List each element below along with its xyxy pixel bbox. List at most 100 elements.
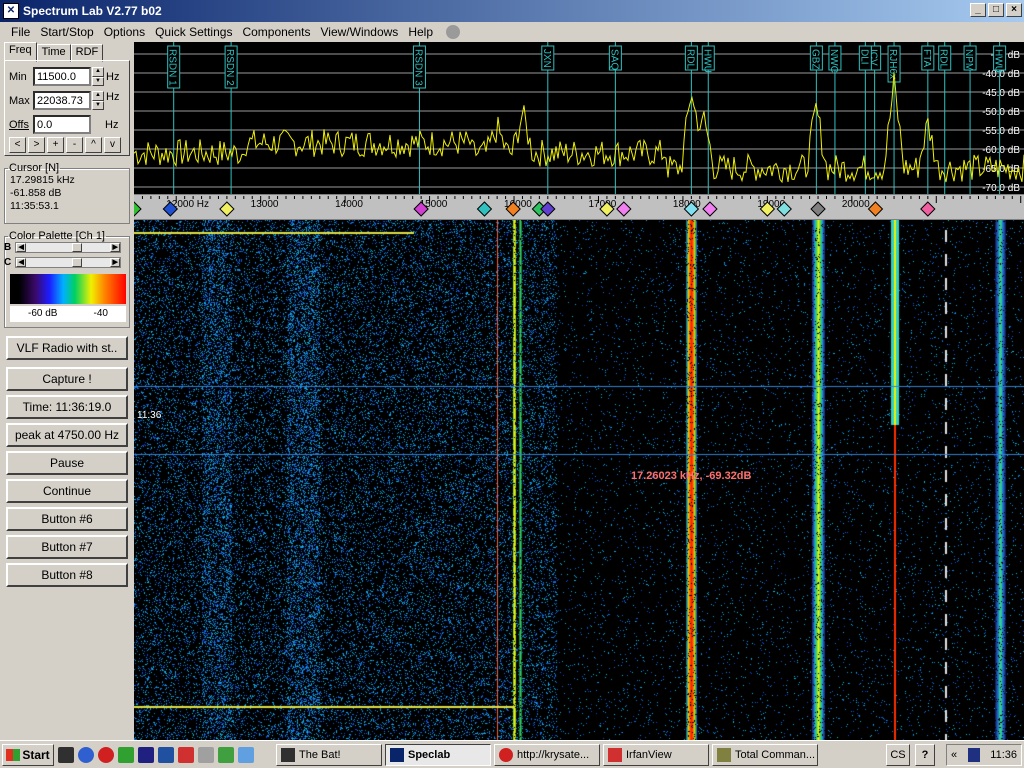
title-bar: ✕ Spectrum Lab V2.77 b02 _ □ × [0,0,1024,22]
minimize-button[interactable]: _ [970,3,986,17]
task-irfanview[interactable]: IrfanView [603,743,709,766]
task-total-commander[interactable]: Total Comman... [712,743,818,766]
quicklaunch-tools-icon[interactable] [218,746,234,763]
waterfall-cursor-readout: 17.26023 kHz, -69.32dB [631,470,752,482]
task-the-bat[interactable]: The Bat! [276,743,382,766]
tray-expand-icon[interactable]: « [951,749,957,761]
spectrum-trace [134,72,1024,184]
station-marker-label: RDL [684,49,695,69]
zoom-in-button[interactable]: + [47,137,64,153]
frequency-scale-plot: 12000 Hz 13000 14000 15000 16000 17000 18000 19… [126,196,1022,217]
max-freq-field[interactable] [33,91,91,110]
min-freq-spinner[interactable]: ▲ ▼ [92,67,104,86]
capture-button[interactable]: Capture ! [6,367,128,391]
station-marker: DLI [858,45,872,71]
scroll-right-button[interactable]: > [28,137,45,153]
close-button[interactable]: × [1006,3,1022,17]
spectrum-plot: -35 dB-40.0 dB-45.0 dB-50.0 dB-55.0 dB-6… [134,42,1024,194]
cursor-box-title: Cursor [N] [9,162,60,174]
bat-icon [281,747,295,762]
spectrum-lab-icon: ✕ [3,3,19,19]
menu-options[interactable]: Options [99,25,150,39]
max-unit: Hz [106,90,120,103]
station-marker-label: JXN [541,49,552,68]
maximize-button[interactable]: □ [988,3,1004,17]
offset-field[interactable] [33,115,91,134]
menu-file[interactable]: File [6,25,35,39]
tray-shield-icon[interactable] [967,748,980,762]
station-marker-label: RJH6x [887,49,898,79]
start-button[interactable]: Start [2,743,54,766]
shift-up-button[interactable]: ^ [85,137,102,153]
window-title: Spectrum Lab V2.77 b02 [23,4,162,18]
task-browser[interactable]: http://krysate... [494,743,600,766]
palette-low-label: -60 dB [28,308,58,319]
station-diamond [219,201,235,217]
min-freq-field[interactable] [33,67,91,86]
status-indicator-icon [446,25,460,39]
contrast-slider-thumb[interactable] [72,258,83,267]
station-diamond [476,201,493,217]
spectrum-graph[interactable]: -35 dB-40.0 dB-45.0 dB-50.0 dB-55.0 dB-6… [134,42,1024,194]
task-speclab[interactable]: Speclab [385,743,491,766]
zoom-out-button[interactable]: - [66,137,83,153]
menu-start-stop[interactable]: Start/Stop [35,25,98,39]
quicklaunch-save-icon[interactable] [138,746,154,763]
station-marker: SAQ [608,45,622,71]
waterfall-display[interactable]: 11:36 17.26023 kHz, -69.32dB [134,220,1024,740]
menu-view-windows[interactable]: View/Windows [316,25,404,39]
quicklaunch-shield-icon[interactable] [158,746,174,763]
quicklaunch-ie-icon[interactable] [238,746,254,763]
menu-bar: File Start/Stop Options Quick Settings C… [0,22,1024,42]
contrast-label: C [4,257,12,268]
station-marker: RSDN 1 [167,45,181,89]
peak-button[interactable]: peak at 4750.00 Hz [6,423,128,447]
time-button[interactable]: Time: 11:36:19.0 [6,395,128,419]
quicklaunch-firefox-icon[interactable] [78,746,94,763]
station-marker: NWC [828,45,842,73]
quicklaunch-opera-icon[interactable] [98,746,114,763]
scale-label: 20000 [842,199,870,210]
max-freq-spinner[interactable]: ▲ ▼ [92,91,104,110]
station-diamond [126,201,142,217]
pause-button[interactable]: Pause [6,451,128,475]
task-label: The Bat! [299,748,341,761]
station-diamond [920,201,936,217]
continue-button[interactable]: Continue [6,479,128,503]
station-marker: RSDN 3 [412,45,426,89]
tab-freq[interactable]: Freq [4,42,37,62]
brightness-slider[interactable]: ◀ ▶ [15,242,122,253]
quicklaunch-bat-icon[interactable] [58,746,74,763]
system-tray: « 11:36 [946,744,1022,766]
speclab-icon [390,747,404,762]
shift-down-button[interactable]: v [104,137,121,153]
station-diamond [810,201,826,217]
vlf-radio-button[interactable]: VLF Radio with st.. [6,336,128,360]
frequency-scale[interactable]: 12000 Hz 13000 14000 15000 16000 17000 18000 19… [126,194,1024,220]
quicklaunch-app-icon[interactable] [118,746,134,763]
scroll-left-button[interactable]: < [9,137,26,153]
opera-icon [499,747,513,762]
button-6[interactable]: Button #6 [6,507,128,531]
brightness-slider-thumb[interactable] [72,243,83,252]
quicklaunch-irfanview-icon[interactable] [178,746,194,763]
task-label: http://krysate... [517,748,590,761]
station-marker-label: RSDN 1 [167,49,178,86]
language-indicator[interactable]: CS [886,744,910,766]
station-marker: RDL [938,45,952,71]
button-7[interactable]: Button #7 [6,535,128,559]
menu-components[interactable]: Components [237,25,315,39]
menu-help[interactable]: Help [403,25,438,39]
quicklaunch-info-icon[interactable] [198,746,214,763]
button-8[interactable]: Button #8 [6,563,128,587]
help-icon[interactable]: ? [915,744,935,766]
cursor-info-box: Cursor [N] 17.29815 kHz -61.858 dB 11:35… [4,162,130,224]
task-label: Speclab [408,748,451,761]
db-label: -45.0 dB [982,88,1020,99]
station-marker: RDL [684,45,698,71]
menu-quick-settings[interactable]: Quick Settings [150,25,237,39]
contrast-slider[interactable]: ◀ ▶ [15,257,122,268]
freq-tab-panel: Min ▲▼ Hz Max ▲▼ Hz Offs Hz < > + - ^ v [4,60,130,156]
db-label: -70.0 dB [982,183,1020,194]
palette-title: Color Palette [Ch 1] [9,230,105,242]
